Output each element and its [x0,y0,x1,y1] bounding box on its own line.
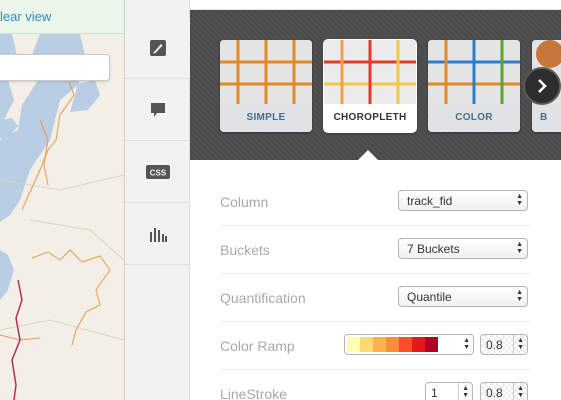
css-icon: CSS [146,165,170,179]
color-ramp-swatch [425,337,438,352]
viz-card-color-label: COLOR [428,104,520,132]
stepper-arrows-icon: ▲ ▼ [517,337,524,351]
color-ramp-opacity-value: 0.8 [486,338,503,352]
color-ramp-label: Color Ramp [220,338,295,354]
quantification-select-value: Quantile [407,290,452,304]
color-ramp-swatch [412,337,425,352]
line-stroke-label: LineStroke [220,386,287,400]
paintbrush-icon [150,40,166,56]
row-buckets: Buckets 7 Buckets ▲ ▼ [220,226,530,274]
wizard-panel: SIMPLE CHOROPLETH COLOR B Column track_f… [190,0,561,400]
clear-view-banner: lear view [0,0,124,34]
map-area[interactable]: lear view [0,0,124,400]
chevron-right-icon [538,79,547,93]
select-arrows-icon: ▲ ▼ [516,289,523,303]
map-search-box[interactable] [0,54,110,81]
quantification-select[interactable]: Quantile ▲ ▼ [398,286,528,307]
select-arrows-icon: ▲ ▼ [516,241,523,255]
viz-card-choropleth-label: CHOROPLETH [324,104,416,132]
select-arrows-icon: ▲ ▼ [516,193,523,207]
visualization-selector: SIMPLE CHOROPLETH COLOR B [190,10,561,160]
column-select[interactable]: track_fid ▲ ▼ [398,190,528,211]
panel-topbar [190,0,561,10]
next-visualization-button[interactable] [523,67,561,105]
map-search-input[interactable] [0,55,109,80]
selected-card-pointer [358,150,378,160]
viz-card-simple-label: SIMPLE [220,104,312,132]
rail-item-infowindow[interactable] [125,80,191,141]
column-select-value: track_fid [407,194,453,208]
color-ramp-swatch [386,337,399,352]
rail-item-wizard[interactable] [125,18,191,79]
color-ramp-swatch [360,337,373,352]
choropleth-thumbnail [324,40,416,104]
tool-rail: CSS [124,0,191,400]
line-stroke-opacity-stepper[interactable]: 0.8 ▲ ▼ [480,382,528,400]
stepper-arrows-icon: ▲ ▼ [517,385,524,399]
color-ramp-swatches [347,337,438,352]
color-ramp-swatch [399,337,412,352]
color-thumbnail [428,40,520,104]
color-ramp-opacity-stepper[interactable]: 0.8 ▲ ▼ [480,334,528,355]
line-stroke-width-stepper[interactable]: 1 ▲ ▼ [425,382,473,400]
row-column: Column track_fid ▲ ▼ [220,178,530,226]
speech-bubble-icon [151,103,165,117]
line-stroke-opacity-value: 0.8 [486,386,503,400]
buckets-label: Buckets [220,242,270,258]
simple-thumbnail [220,40,312,104]
buckets-select-value: 7 Buckets [407,242,460,256]
color-ramp-swatch [373,337,386,352]
viz-card-color[interactable]: COLOR [428,40,520,132]
column-label: Column [220,194,269,210]
bar-chart-icon [150,228,167,242]
rail-item-legends[interactable] [125,204,191,265]
line-stroke-width-value: 1 [431,386,438,400]
viz-card-simple[interactable]: SIMPLE [220,40,312,132]
rail-item-css[interactable]: CSS [125,142,191,203]
color-ramp-select[interactable]: ▲ ▼ [344,334,474,355]
viz-card-bubble-label: B [532,104,561,132]
stepper-arrows-icon: ▲ ▼ [462,385,469,399]
buckets-select[interactable]: 7 Buckets ▲ ▼ [398,238,528,259]
clear-view-link[interactable]: lear view [0,9,51,24]
row-color-ramp: Color Ramp ▲ ▼ 0.8 ▲ ▼ [220,322,530,370]
color-ramp-swatch [347,337,360,352]
viz-card-choropleth[interactable]: CHOROPLETH [324,40,416,132]
row-line-stroke: LineStroke 1 ▲ ▼ 0.8 ▲ ▼ [220,370,530,400]
select-arrows-icon: ▲ ▼ [463,337,470,351]
row-quantification: Quantification Quantile ▲ ▼ [220,274,530,322]
quantification-label: Quantification [220,290,306,306]
css-icon-label: CSS [150,169,167,178]
